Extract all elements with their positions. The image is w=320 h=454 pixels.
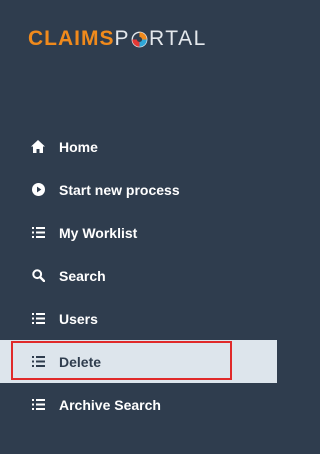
logo-text-portal-p: P [114, 27, 131, 50]
nav-item-my-worklist[interactable]: My Worklist [0, 211, 277, 254]
nav-item-label: Archive Search [59, 396, 161, 413]
logo-text-portal: P RTAL [115, 27, 207, 51]
nav-item-start-new-process[interactable]: Start new process [0, 168, 277, 211]
list-icon [31, 226, 45, 240]
nav-item-label: Search [59, 267, 106, 284]
nav-item-delete[interactable]: Delete [0, 340, 277, 383]
nav-item-label: Users [59, 310, 98, 327]
logo-text-portal-rtal: RTAL [149, 27, 207, 50]
nav-item-search[interactable]: Search [0, 254, 277, 297]
home-icon [31, 140, 45, 154]
main-nav: Home Start new process My Worklist Searc… [0, 125, 277, 426]
nav-item-home[interactable]: Home [0, 125, 277, 168]
play-circle-icon [31, 183, 45, 197]
portal-o-mark-icon [131, 31, 148, 47]
nav-item-label: My Worklist [59, 224, 138, 241]
list-icon [31, 355, 45, 369]
nav-item-users[interactable]: Users [0, 297, 277, 340]
logo-text-claims: CLAIMS [28, 27, 115, 50]
nav-item-label: Home [59, 138, 98, 155]
list-icon [31, 312, 45, 326]
sidebar: CLAIMS P RTAL Home Start new process My … [0, 0, 277, 454]
claims-portal-logo[interactable]: CLAIMS P RTAL [28, 27, 207, 51]
list-icon [31, 398, 45, 412]
search-icon [31, 269, 45, 283]
nav-item-label: Delete [59, 353, 102, 370]
nav-item-label: Start new process [59, 181, 180, 198]
nav-item-archive-search[interactable]: Archive Search [0, 383, 277, 426]
